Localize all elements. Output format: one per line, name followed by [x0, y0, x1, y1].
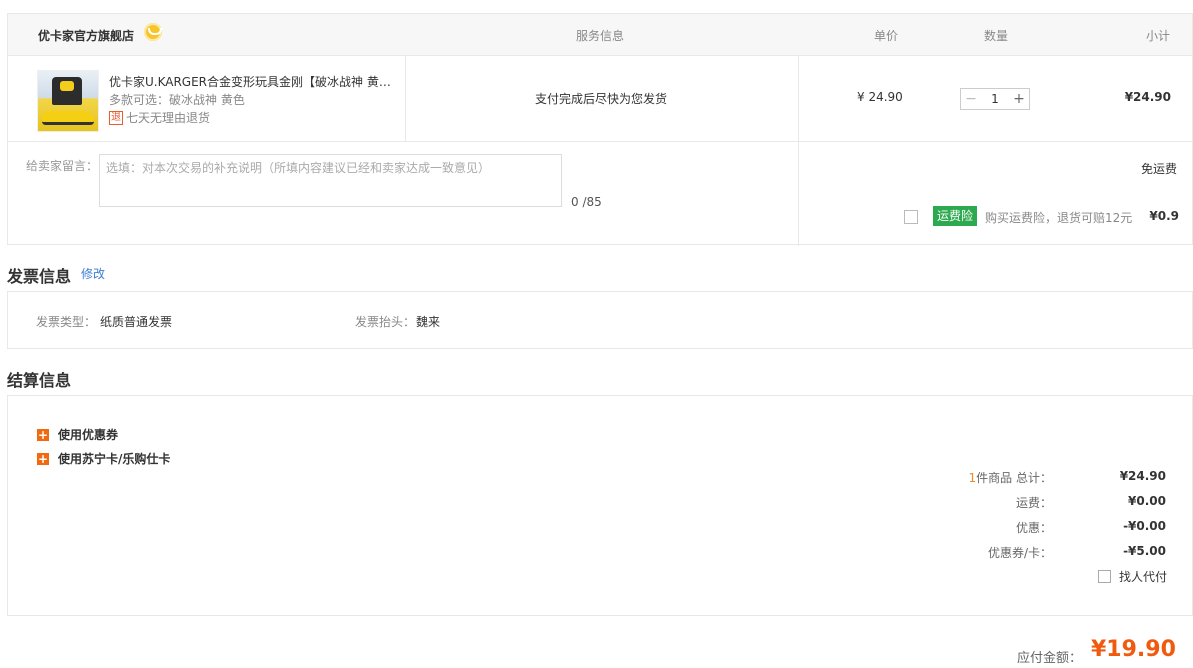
use-card-label: 使用苏宁卡/乐购仕卡	[58, 452, 171, 466]
total-label-text: 件商品 总计：	[976, 471, 1052, 485]
freight-value: ¥0.00	[1128, 494, 1166, 508]
invoice-head-value: 魏来	[416, 315, 441, 329]
proxy-pay[interactable]: 找人代付	[1098, 568, 1167, 585]
use-coupon-toggle[interactable]: + 使用优惠券	[37, 426, 118, 443]
item-count-total-label: 1件商品 总计：	[969, 469, 1052, 486]
shipping-fee: 免运费	[1140, 162, 1177, 176]
order-box: 优卡家官方旗舰店 服务信息 单价 数量 小计 优卡家U.KARGER合金变形玩具…	[7, 13, 1193, 246]
qty-input[interactable]: 1	[981, 89, 1009, 109]
settlement-title: 结算信息	[7, 371, 72, 390]
robot-image	[52, 77, 82, 105]
message-label: 给卖家留言：	[26, 159, 99, 173]
col-service: 服务信息	[576, 29, 625, 43]
car-image	[42, 111, 94, 125]
return-policy: 退 七天无理由退货	[109, 109, 210, 126]
use-coupon-label: 使用优惠券	[58, 428, 119, 442]
settlement-box: + 使用优惠券 + 使用苏宁卡/乐购仕卡 1件商品 总计： ¥24.90 运费：…	[7, 395, 1193, 616]
insurance-description: 购买运费险，退货可赔12元	[985, 211, 1133, 225]
invoice-head-label: 发票抬头：	[355, 315, 416, 329]
col-unit-price: 单价	[874, 29, 899, 43]
proxy-pay-label: 找人代付	[1119, 570, 1168, 584]
order-header: 优卡家官方旗舰店 服务信息 单价 数量 小计	[8, 14, 1192, 56]
message-char-count: 0 /85	[571, 195, 602, 209]
divider	[405, 56, 406, 142]
pay-amount: ¥19.90	[1091, 637, 1176, 662]
unit-price: ¥ 24.90	[857, 90, 903, 104]
use-card-toggle[interactable]: + 使用苏宁卡/乐购仕卡	[37, 450, 170, 467]
insurance-checkbox[interactable]	[904, 210, 918, 224]
product-thumbnail[interactable]	[37, 70, 99, 132]
product-variant: 多款可选：破冰战神 黄色	[109, 93, 245, 107]
proxy-pay-checkbox[interactable]	[1098, 570, 1111, 583]
insurance-badge: 运费险	[933, 206, 978, 226]
store-badge-icon	[144, 23, 162, 41]
coupon-label: 优惠券/卡：	[987, 546, 1052, 560]
item-subtotal: ¥24.90	[1124, 90, 1171, 104]
qty-plus-button[interactable]: +	[1009, 89, 1029, 109]
seller-message-input[interactable]	[99, 154, 562, 207]
col-quantity: 数量	[984, 29, 1009, 43]
coupon-value: -¥5.00	[1123, 544, 1166, 558]
quantity-stepper: − 1 +	[960, 88, 1030, 110]
qty-minus-button[interactable]: −	[961, 89, 981, 109]
discount-value: -¥0.00	[1123, 519, 1166, 533]
store-name[interactable]: 优卡家官方旗舰店	[38, 27, 134, 44]
pay-amount-label: 应付金额：	[1017, 651, 1083, 666]
invoice-edit-link[interactable]: 修改	[81, 265, 105, 282]
return-icon: 退	[109, 110, 123, 125]
product-title[interactable]: 优卡家U.KARGER合金变形玩具金刚【破冰战神 黄色】	[109, 73, 399, 90]
insurance-price: ¥0.9	[1149, 209, 1179, 223]
invoice-box: 发票类型： 纸质普通发票 发票抬头： 魏来	[7, 291, 1193, 349]
service-info: 支付完成后尽快为您发货	[535, 92, 668, 106]
freight-label: 运费：	[1015, 496, 1052, 510]
discount-label: 优惠：	[1015, 521, 1052, 535]
total-value: ¥24.90	[1119, 469, 1166, 483]
divider	[798, 56, 799, 246]
plus-square-icon: +	[37, 427, 49, 442]
invoice-title: 发票信息	[7, 267, 72, 286]
plus-square-icon: +	[37, 451, 49, 466]
invoice-type-label: 发票类型：	[36, 315, 97, 329]
return-policy-text: 七天无理由退货	[126, 111, 211, 125]
invoice-type-value: 纸质普通发票	[100, 315, 173, 329]
col-subtotal: 小计	[1146, 29, 1171, 43]
